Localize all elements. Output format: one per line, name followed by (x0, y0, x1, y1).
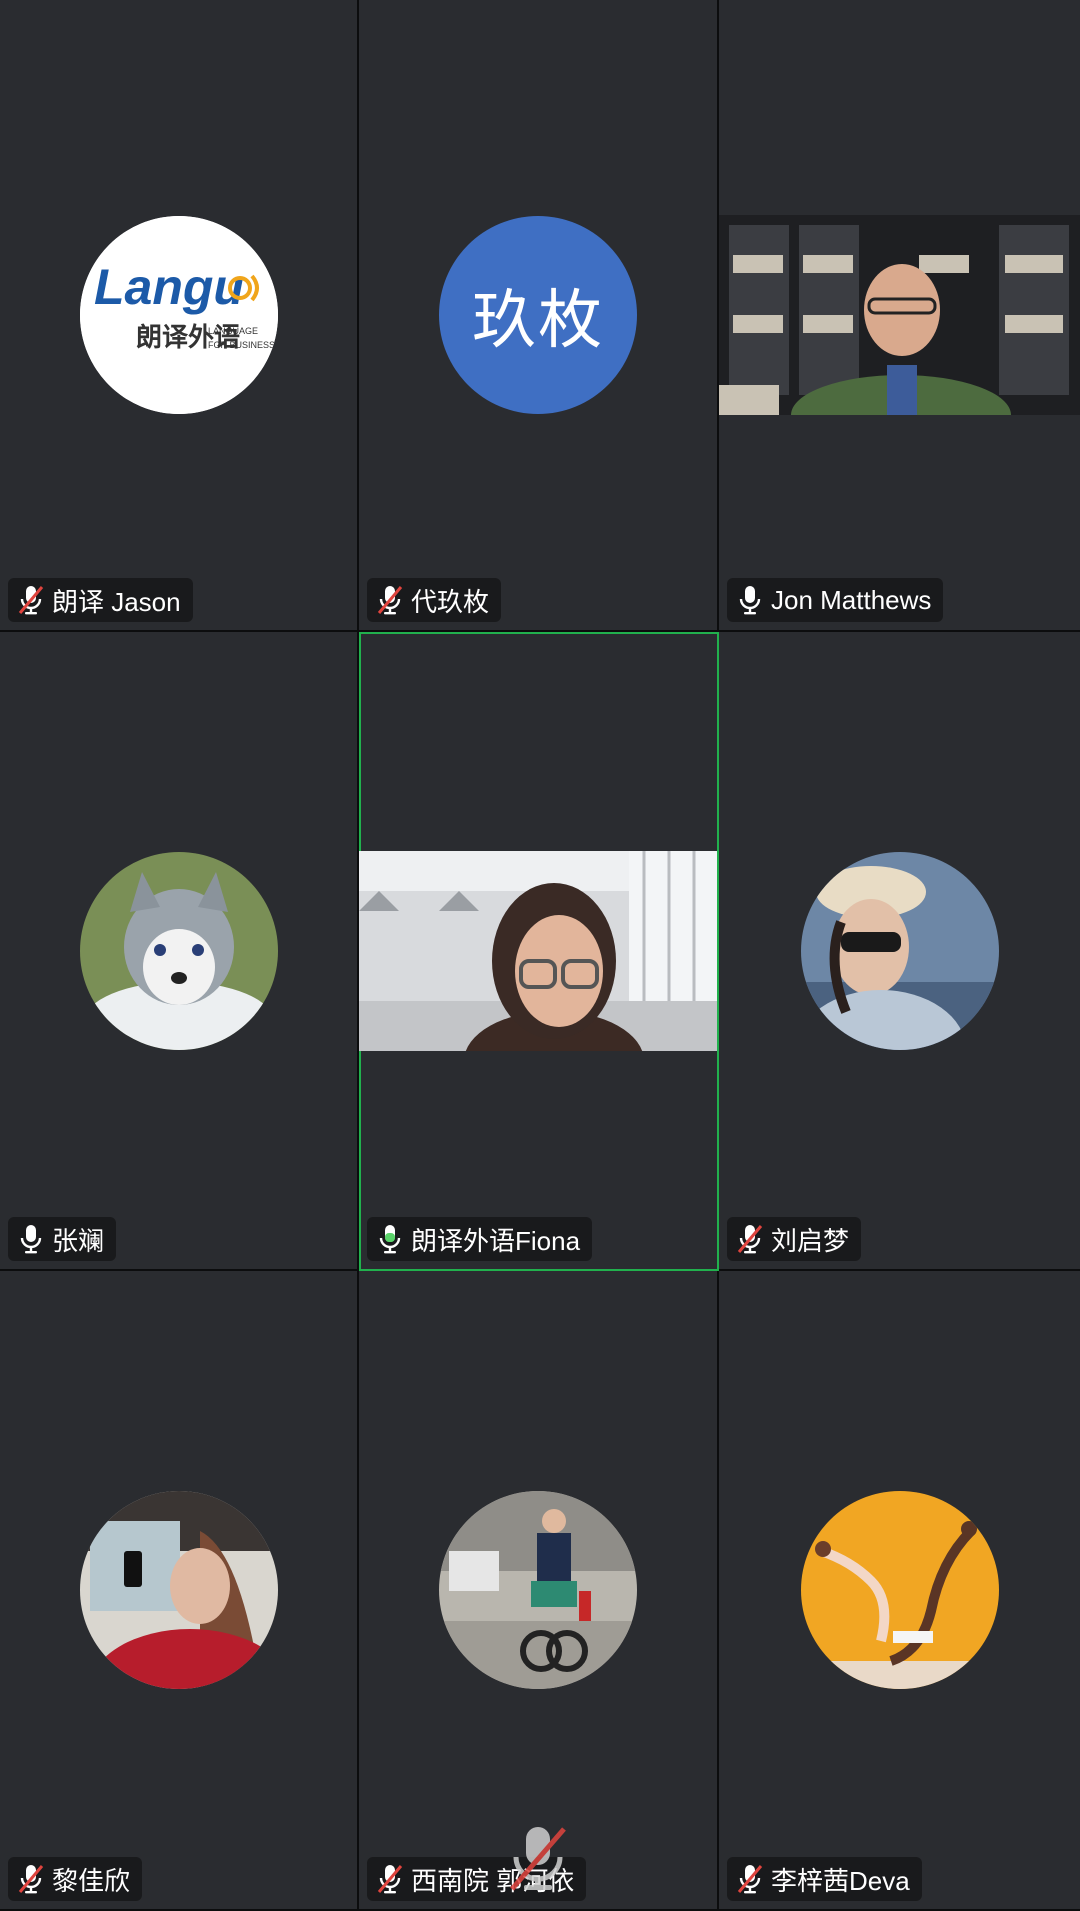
mic-muted-icon (377, 585, 403, 615)
participant-tile[interactable]: Langu 朗译外语 LANGUAGE FOR BUSINESS 朗译 Jaso… (0, 0, 359, 632)
participant-tile[interactable]: 刘启梦 (719, 632, 1080, 1271)
participant-tile[interactable]: 黎佳欣 (0, 1271, 359, 1911)
name-chip: 张斓 (8, 1217, 117, 1261)
woman-car-window-photo (79, 1491, 278, 1689)
husky-puppy-photo (79, 851, 278, 1050)
mic-muted-icon (18, 585, 44, 615)
name-chip: Jon Matthews (727, 578, 944, 622)
participant-name: 代玖枚 (411, 586, 490, 617)
avatar (800, 851, 999, 1050)
logo-wordmark: Langu (94, 259, 244, 315)
man-motorcycle-photo (439, 1491, 637, 1689)
participant-name: 李梓茜Deva (771, 1865, 910, 1896)
avatar (800, 1491, 999, 1689)
mic-icon (18, 1224, 44, 1254)
name-chip: 朗译外语Fiona (367, 1217, 593, 1261)
mic-muted-icon (737, 1224, 763, 1254)
participant-name: 刘启梦 (771, 1225, 850, 1256)
participant-tile[interactable]: 玖枚 代玖枚 (359, 0, 719, 632)
svg-text:LANGUAGE: LANGUAGE (208, 326, 258, 336)
video-frame-office (359, 850, 717, 1051)
avatar: 玖枚 (439, 216, 637, 414)
participant-name: Jon Matthews (771, 584, 932, 615)
name-chip: 黎佳欣 (8, 1857, 143, 1901)
participant-tile[interactable]: Jon Matthews (719, 0, 1080, 632)
mic-muted-icon (737, 1864, 763, 1894)
name-chip: 刘启梦 (727, 1217, 862, 1261)
avatar (439, 1491, 637, 1689)
avatar (79, 851, 278, 1050)
participant-name: 朗译 Jason (52, 586, 181, 617)
video-grid: Langu 朗译外语 LANGUAGE FOR BUSINESS 朗译 Jaso… (0, 0, 1080, 1911)
video-frame-bookshelf (719, 215, 1080, 415)
video-feed (719, 215, 1080, 415)
svg-text:FOR BUSINESS: FOR BUSINESS (208, 340, 275, 350)
name-chip: 朗译 Jason (8, 578, 193, 622)
mic-muted-overlay-icon (510, 1827, 566, 1891)
mic-speaking-icon (377, 1224, 403, 1254)
participant-tile[interactable]: 李梓茜Deva (719, 1271, 1080, 1911)
participant-tile[interactable]: 张斓 (0, 632, 359, 1271)
langu-logo: Langu 朗译外语 LANGUAGE FOR BUSINESS (79, 216, 278, 414)
name-chip: 代玖枚 (367, 578, 502, 622)
avatar-initials: 玖枚 (439, 216, 637, 414)
participant-name: 黎佳欣 (52, 1865, 131, 1896)
dancers-orange-wall-photo (800, 1491, 999, 1689)
woman-hat-sunglasses-photo (800, 851, 999, 1050)
participant-name: 朗译外语Fiona (411, 1225, 581, 1256)
mic-muted-icon (377, 1864, 403, 1894)
mic-muted-icon (18, 1864, 44, 1894)
avatar (79, 1491, 278, 1689)
participant-name: 张斓 (52, 1225, 105, 1256)
video-feed (359, 850, 717, 1051)
name-chip: 李梓茜Deva (727, 1857, 922, 1901)
avatar: Langu 朗译外语 LANGUAGE FOR BUSINESS (79, 216, 278, 414)
participant-tile[interactable]: 西南院 郭河依 (359, 1271, 719, 1911)
participant-tile-active-speaker[interactable]: 朗译外语Fiona (359, 632, 719, 1271)
mic-icon (737, 585, 763, 615)
